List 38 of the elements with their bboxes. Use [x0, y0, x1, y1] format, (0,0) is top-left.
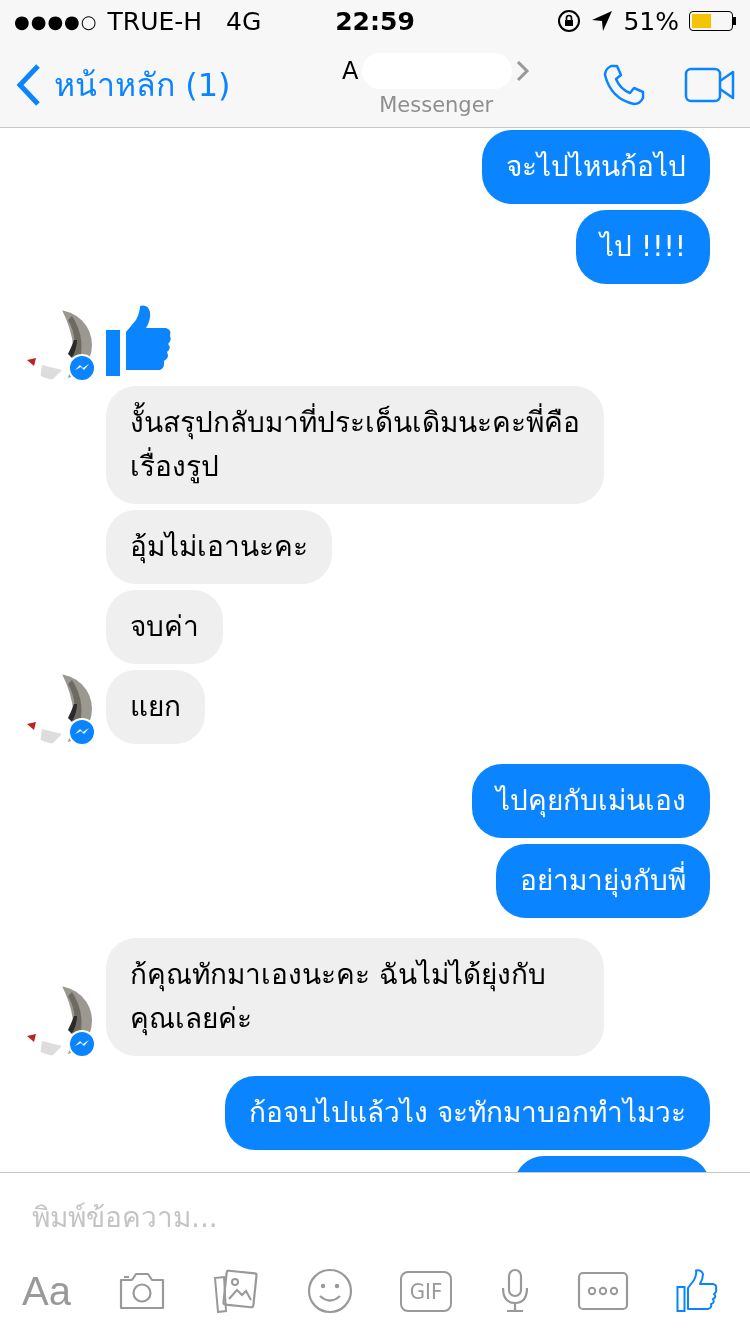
carrier-name: TRUE-H	[107, 6, 203, 36]
battery-icon	[689, 11, 736, 31]
battery-percent: 51%	[623, 6, 679, 36]
messenger-badge-icon	[68, 1030, 96, 1058]
video-camera-icon[interactable]	[684, 66, 736, 103]
rotation-lock-icon	[557, 9, 582, 33]
more-options-icon[interactable]	[576, 1271, 629, 1311]
smiley-icon[interactable]	[306, 1268, 353, 1314]
contact-name[interactable]: A	[342, 56, 359, 85]
contact-subtitle: Messenger	[379, 92, 494, 117]
clock-time: 22:59	[335, 6, 415, 36]
photos-icon[interactable]	[213, 1269, 260, 1313]
signal-strength: ●●●●○	[14, 10, 98, 32]
back-button[interactable]: หน้าหลัก (1)	[16, 59, 231, 110]
text-style-button[interactable]: Aa	[22, 1268, 71, 1314]
message-bubble: ไปคุยกับเม่นเอง	[472, 764, 710, 838]
message-input[interactable]: พิมพ์ข้อความ...	[0, 1173, 750, 1261]
message-bubble: อุ้มไม่เอานะคะ	[106, 510, 332, 584]
chevron-left-icon	[16, 62, 42, 107]
message-bubble: ก้อจบไปแล้วไง จะทักมาบอกทำไมวะ	[225, 1076, 710, 1150]
back-label: หน้าหลัก (1)	[54, 65, 231, 106]
message-bubble: แยก	[106, 670, 205, 744]
messenger-badge-icon	[68, 354, 96, 382]
message-bubble: จบค่า	[106, 590, 223, 664]
message-bubble: อย่ามายุ่งกับพี่	[496, 844, 710, 918]
microphone-icon[interactable]	[499, 1268, 530, 1314]
camera-icon[interactable]	[118, 1272, 167, 1310]
phone-icon[interactable]	[602, 62, 646, 107]
location-arrow-icon	[591, 10, 614, 32]
messenger-badge-icon	[68, 718, 96, 746]
network-type: 4G	[226, 6, 262, 36]
message-bubble: จะไปไหนก้อไป	[482, 130, 710, 204]
message-bubble: ก้คุณทักมาเองนะคะ ฉันไม่ได้ยุ่งกับคุณเลยค่ะ	[106, 938, 604, 1056]
chevron-right-icon[interactable]	[516, 59, 531, 82]
gif-button[interactable]: GIF	[399, 1270, 453, 1312]
message-bubble: งั้นสรุปกลับมาที่ประเด็นเดิมนะคะพี่คือเรื่องรูป	[106, 386, 604, 504]
message-bubble: ไป !!!!	[576, 210, 710, 284]
thumbs-up-icon[interactable]	[675, 1269, 718, 1313]
